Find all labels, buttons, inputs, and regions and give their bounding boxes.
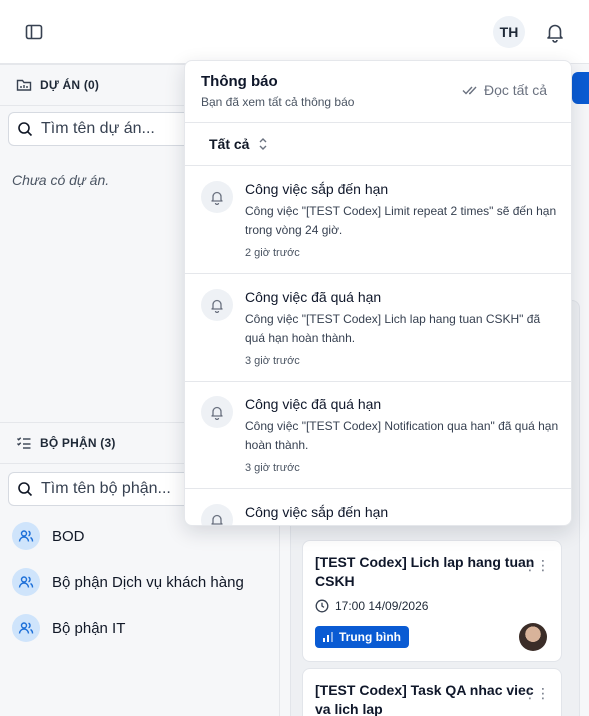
notification-title: Thông báo [201, 73, 278, 90]
filter-row: Tất cả [185, 122, 571, 166]
notification-item-time: 3 giờ trước [245, 355, 300, 367]
notification-item-time: 2 giờ trước [245, 247, 300, 259]
mark-all-read-label: Đọc tất cả [483, 82, 547, 98]
priority-badge: Trung bình [315, 626, 409, 648]
department-label: BOD [52, 527, 85, 545]
notification-item-title: Công việc sắp đến hạn [245, 181, 389, 197]
add-button[interactable] [572, 72, 589, 104]
departments-header-label: BỘ PHẬN (3) [40, 436, 116, 450]
department-search-placeholder: Tìm tên bộ phận... [41, 480, 171, 497]
users-icon [12, 522, 40, 550]
notification-item[interactable]: Công việc sắp đến hạn [185, 490, 571, 525]
filter-label: Tất cả [209, 136, 250, 152]
drag-handle-icon[interactable]: ⋮⋮ [523, 557, 550, 574]
notification-subtitle: Bạn đã xem tất cả thông báo [201, 95, 355, 109]
department-item[interactable]: BOD [12, 521, 85, 551]
bell-icon [201, 504, 233, 525]
notification-item[interactable]: Công việc sắp đến hạn Công việc "[TEST C… [185, 167, 571, 274]
projects-header-label: DỰ ÁN (0) [40, 78, 100, 92]
notification-item-title: Công việc đã quá hạn [245, 396, 382, 412]
notification-item-title: Công việc sắp đến hạn [245, 504, 389, 520]
folder-icon [16, 79, 32, 91]
department-item[interactable]: Bộ phận IT [12, 613, 125, 643]
notification-item-body: Công việc "[TEST Codex] Limit repeat 2 t… [245, 204, 557, 237]
priority-label: Trung bình [339, 630, 401, 644]
drag-handle-icon[interactable]: ⋮⋮ [523, 685, 550, 702]
task-due-date-text: 17:00 14/09/2026 [335, 599, 429, 613]
project-search-placeholder: Tìm tên dự án... [41, 120, 155, 137]
notification-item-body: Công việc "[TEST Codex] Lich lap hang tu… [245, 312, 541, 345]
department-item[interactable]: Bộ phận Dịch vụ khách hàng [12, 567, 244, 597]
task-card[interactable]: [TEST Codex] Lich lap hang tuan CSKH ⋮⋮ … [302, 540, 562, 662]
users-icon [12, 568, 40, 596]
double-check-icon [462, 86, 477, 95]
user-avatar[interactable]: TH [493, 16, 525, 48]
assignee-avatar[interactable] [519, 623, 547, 651]
notification-item-body: Công việc "[TEST Codex] Notification qua… [245, 419, 559, 452]
search-icon [18, 122, 33, 137]
search-icon [18, 482, 33, 497]
users-icon [12, 614, 40, 642]
projects-empty-text: Chưa có dự án. [12, 172, 110, 188]
notification-item-time: 3 giờ trước [245, 462, 300, 474]
chevron-up-down-icon [259, 138, 267, 150]
notification-item[interactable]: Công việc đã quá hạn Công việc "[TEST Co… [185, 275, 571, 382]
notification-bell-icon[interactable] [544, 21, 566, 43]
department-label: Bộ phận IT [52, 619, 126, 637]
notification-item[interactable]: Công việc đã quá hạn Công việc "[TEST Co… [185, 382, 571, 489]
task-card[interactable]: [TEST Codex] Task QA nhac viec va lich l… [302, 668, 562, 716]
filter-select[interactable]: Tất cả [209, 136, 269, 152]
checklist-icon [17, 437, 31, 449]
bell-icon [201, 396, 233, 428]
bell-icon [201, 181, 233, 213]
task-due-date: 17:00 14/09/2026 [315, 599, 428, 613]
signal-bars-icon [323, 632, 333, 642]
top-bar: TH [0, 0, 589, 64]
sidebar-toggle-icon[interactable] [24, 22, 44, 42]
task-card-title: [TEST Codex] Lich lap hang tuan CSKH [315, 554, 535, 589]
bell-icon [201, 289, 233, 321]
clock-icon [315, 599, 329, 613]
notification-popover: Thông báo Bạn đã xem tất cả thông báo Đọ… [184, 60, 572, 526]
notification-item-title: Công việc đã quá hạn [245, 289, 382, 305]
mark-all-read-button[interactable]: Đọc tất cả [462, 82, 547, 98]
department-label: Bộ phận Dịch vụ khách hàng [52, 573, 244, 591]
task-card-title: [TEST Codex] Task QA nhac viec va lich l… [315, 682, 534, 716]
